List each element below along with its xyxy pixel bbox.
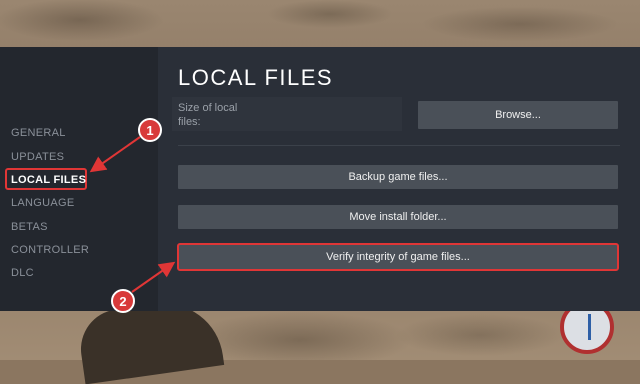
callout-2-arrow <box>131 261 176 293</box>
callout-1-badge: 1 <box>138 118 162 142</box>
callout-2-badge: 2 <box>111 289 135 313</box>
callout-1-arrow <box>89 136 141 173</box>
annotation-arrows <box>89 136 176 293</box>
